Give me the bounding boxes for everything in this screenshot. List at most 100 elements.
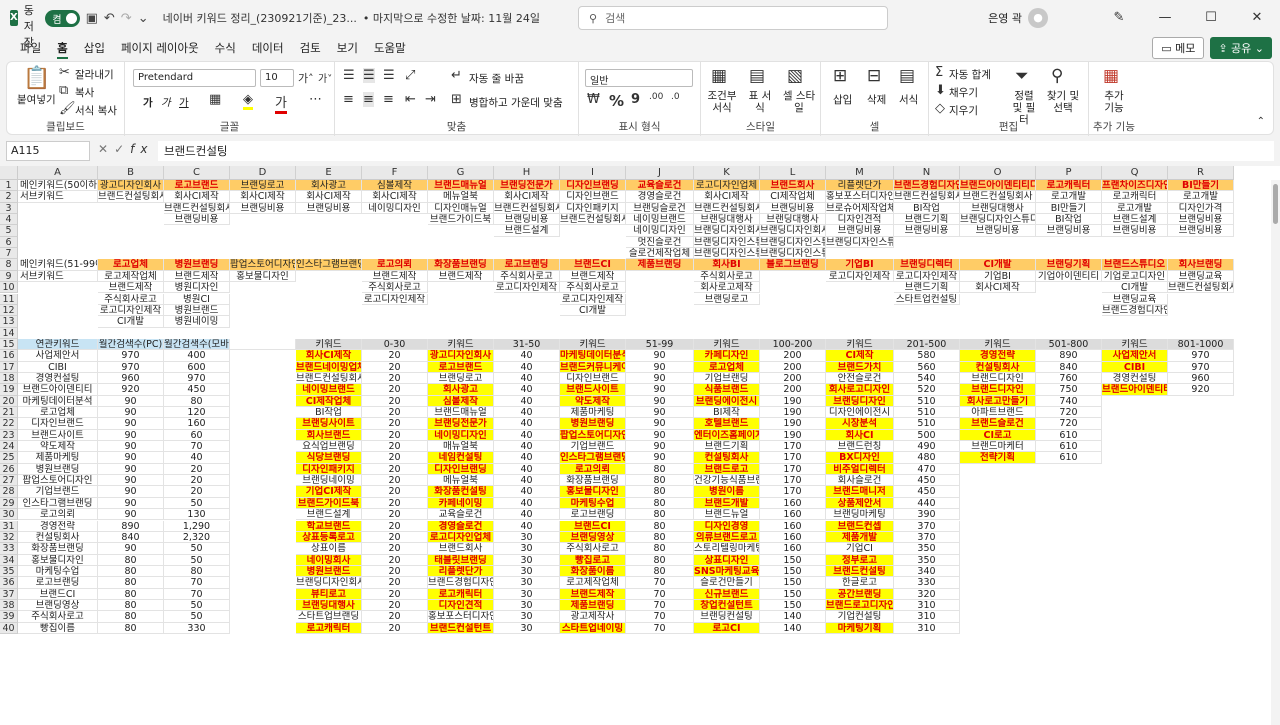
- cell-K40[interactable]: 로고CI: [694, 622, 760, 634]
- row-header-23[interactable]: 23: [0, 429, 18, 442]
- cell-B12[interactable]: 로고디자인제작: [98, 304, 164, 317]
- cell-F23[interactable]: 20: [362, 429, 428, 442]
- cell-L26[interactable]: 170: [760, 463, 826, 476]
- column-header-I[interactable]: I: [560, 166, 626, 180]
- row-header-40[interactable]: 40: [0, 622, 18, 634]
- cell-G35[interactable]: 리플렛단가: [428, 565, 494, 578]
- cell-N31[interactable]: 370: [894, 520, 960, 532]
- cell-F1[interactable]: 심볼제작: [362, 180, 428, 192]
- cell-I18[interactable]: 디자인브랜드: [560, 372, 626, 385]
- cell-P5[interactable]: 브랜딩비용: [1036, 225, 1102, 237]
- cell-I35[interactable]: 화장품이름: [560, 565, 626, 578]
- cell-H23[interactable]: 40: [494, 429, 560, 442]
- cell-K39[interactable]: 브랜딩컨설팅: [694, 611, 760, 623]
- cell-I39[interactable]: 광고제작사: [560, 611, 626, 623]
- align-right-icon[interactable]: ≡: [383, 92, 394, 107]
- cell-Q15[interactable]: 키워드: [1102, 338, 1168, 351]
- column-header-R[interactable]: R: [1168, 166, 1234, 180]
- cancel-icon[interactable]: ✕: [98, 142, 114, 156]
- cell-R19[interactable]: 920: [1168, 384, 1234, 396]
- cell-N17[interactable]: 560: [894, 361, 960, 373]
- cell-I15[interactable]: 키워드: [560, 338, 626, 351]
- cell-O19[interactable]: 브랜드디자인: [960, 384, 1036, 396]
- cell-J2[interactable]: 경영슬로건: [626, 191, 694, 203]
- cell-I12[interactable]: CI개발: [560, 304, 626, 317]
- cell-J39[interactable]: 70: [626, 611, 694, 623]
- cell-A29[interactable]: 인스타그램브랜딩: [18, 497, 98, 510]
- cell-N11[interactable]: 스타트업컨설팅: [894, 293, 960, 305]
- collapse-ribbon-icon[interactable]: ⌃: [1257, 116, 1265, 127]
- cell-L34[interactable]: 150: [760, 554, 826, 566]
- cell-K30[interactable]: 브랜드뉴얼: [694, 509, 760, 521]
- cell-G8[interactable]: 화장품브랜딩: [428, 259, 494, 271]
- cell-E8[interactable]: 인스타그램브랜딩: [296, 259, 362, 271]
- cell-M16[interactable]: CI제작: [826, 350, 894, 362]
- cell-A40[interactable]: 빵집이름: [18, 622, 98, 634]
- cell-F10[interactable]: 주식회사로고: [362, 282, 428, 294]
- cell-K32[interactable]: 의류브랜드로고: [694, 531, 760, 544]
- table-format-icon[interactable]: ▤: [749, 66, 765, 86]
- row-header-28[interactable]: 28: [0, 486, 18, 498]
- cell-C16[interactable]: 400: [164, 350, 230, 362]
- cell-B31[interactable]: 890: [98, 520, 164, 532]
- cell-L39[interactable]: 140: [760, 611, 826, 623]
- cell-A34[interactable]: 홍보물디자인: [18, 554, 98, 566]
- row-header-3[interactable]: 3: [0, 202, 18, 215]
- cell-E3[interactable]: 브랜딩비용: [296, 202, 362, 215]
- cell-J15[interactable]: 51-99: [626, 338, 694, 351]
- cell-E36[interactable]: 브랜딩디자인회사: [296, 577, 362, 589]
- cell-N39[interactable]: 310: [894, 611, 960, 623]
- cell-L3[interactable]: 브랜딩비용: [760, 202, 826, 215]
- cell-M4[interactable]: 디자인견적: [826, 214, 894, 226]
- column-header-P[interactable]: P: [1036, 166, 1102, 180]
- cell-H31[interactable]: 40: [494, 520, 560, 532]
- cell-C20[interactable]: 80: [164, 395, 230, 407]
- cell-G22[interactable]: 브랜딩전문가: [428, 418, 494, 430]
- cell-I23[interactable]: 팝업스토어디자인: [560, 429, 626, 442]
- minimize-icon[interactable]: —: [1142, 0, 1188, 36]
- cell-L16[interactable]: 200: [760, 350, 826, 362]
- cell-K34[interactable]: 상표디자인: [694, 554, 760, 566]
- cell-L19[interactable]: 200: [760, 384, 826, 396]
- cell-J4[interactable]: 네이밍브랜드: [626, 214, 694, 226]
- cell-L37[interactable]: 150: [760, 588, 826, 600]
- cell-F19[interactable]: 20: [362, 384, 428, 396]
- cell-M19[interactable]: 회사로고디자인: [826, 384, 894, 396]
- cell-A26[interactable]: 병원브랜딩: [18, 463, 98, 476]
- cell-M1[interactable]: 리플렛단가: [826, 180, 894, 192]
- cell-L33[interactable]: 160: [760, 543, 826, 555]
- cell-P23[interactable]: 610: [1036, 429, 1102, 442]
- cell-Q12[interactable]: 브랜드경험디자인: [1102, 304, 1168, 317]
- cell-I20[interactable]: 약도제작: [560, 395, 626, 407]
- clear-button[interactable]: 지우기: [949, 103, 978, 118]
- cell-M6[interactable]: 브랜딩디자인스튜디오: [826, 236, 894, 249]
- cut-button[interactable]: 잘라내기: [75, 67, 114, 82]
- cell-I33[interactable]: 주식회사로고: [560, 543, 626, 555]
- cell-P2[interactable]: 로고개발: [1036, 191, 1102, 203]
- cell-E22[interactable]: 브랜딩사이트: [296, 418, 362, 430]
- cell-F29[interactable]: 20: [362, 497, 428, 510]
- cell-K37[interactable]: 신규브랜드: [694, 588, 760, 600]
- cell-E16[interactable]: 회사CI제작: [296, 350, 362, 362]
- table-format-button[interactable]: 표 서식: [745, 90, 775, 114]
- cell-N33[interactable]: 350: [894, 543, 960, 555]
- cell-L5[interactable]: 브랜딩디자인회사: [760, 225, 826, 237]
- menu-tab-5[interactable]: 데이터: [244, 36, 292, 60]
- cell-N20[interactable]: 510: [894, 395, 960, 407]
- cell-E18[interactable]: 브랜드컨설팅회사: [296, 372, 362, 385]
- row-header-6[interactable]: 6: [0, 236, 18, 249]
- cell-G28[interactable]: 화장품컨설팅: [428, 486, 494, 498]
- cell-Q18[interactable]: 경영컨설팅: [1102, 372, 1168, 385]
- cell-G36[interactable]: 브랜드경험디자인: [428, 577, 494, 589]
- cell-K3[interactable]: 브랜드컨설팅회사: [694, 202, 760, 215]
- cell-P24[interactable]: 610: [1036, 441, 1102, 453]
- cell-I10[interactable]: 주식회사로고: [560, 282, 626, 294]
- cell-N3[interactable]: BI작업: [894, 202, 960, 215]
- cell-C29[interactable]: 50: [164, 497, 230, 510]
- cell-G23[interactable]: 네이밍디자인: [428, 429, 494, 442]
- sort-filter-icon[interactable]: ⏷: [1015, 66, 1029, 86]
- cell-I38[interactable]: 제품브랜딩: [560, 599, 626, 612]
- cell-E27[interactable]: 브랜딩네이밍: [296, 475, 362, 487]
- customize-qat-icon[interactable]: ⌄: [138, 11, 149, 26]
- cell-L27[interactable]: 170: [760, 475, 826, 487]
